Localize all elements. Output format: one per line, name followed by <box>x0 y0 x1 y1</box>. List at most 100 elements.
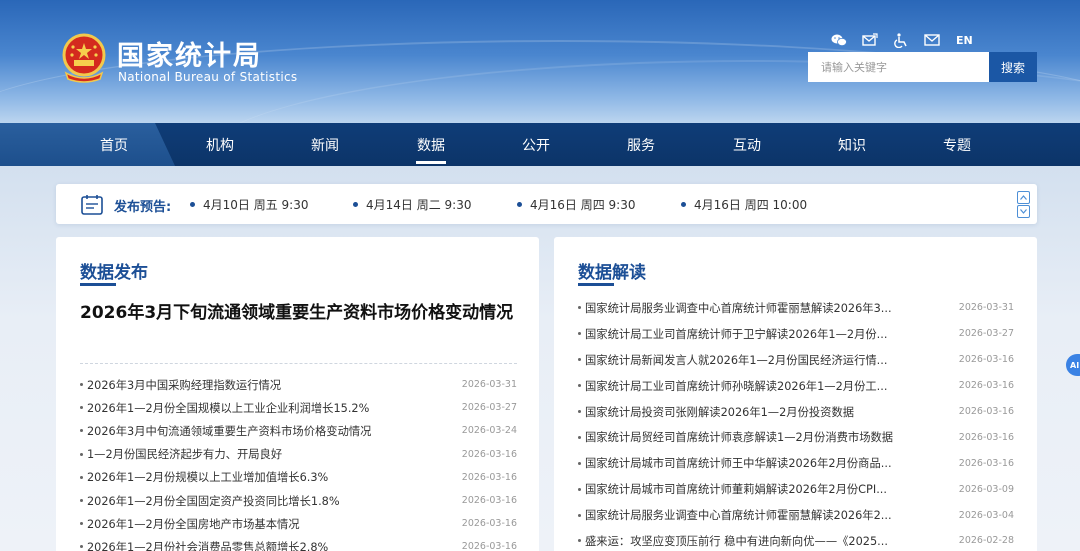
list-item-date: 2026-03-16 <box>958 380 1014 392</box>
site-subtitle[interactable]: National Bureau of Statistics <box>118 70 297 84</box>
list-item-title: 国家统计局工业司首席统计师于卫宁解读2026年1—2月份... <box>585 327 888 341</box>
chevron-down-icon[interactable] <box>1017 205 1030 218</box>
mail-edit-icon[interactable] <box>861 32 879 48</box>
bullet-dot <box>80 383 83 387</box>
list-item-title: 盛来运：攻坚应变顶压前行 稳中有进向新向优——《2025... <box>585 534 888 548</box>
search-input[interactable]: 请输入关键字 <box>808 52 989 82</box>
release-item-text: 4月10日 周五 9:30 <box>203 198 309 212</box>
envelope-icon[interactable] <box>923 32 941 48</box>
calendar-list-icon <box>81 195 103 215</box>
bullet-dot <box>578 435 581 439</box>
release-item-text: 4月16日 周四 10:00 <box>694 198 808 212</box>
list-item[interactable]: 国家统计局贸经司首席统计师袁彦解读1—2月份消费市场数据 2026-03-16 <box>578 424 1014 450</box>
release-list: 2026年3月中国采购经理指数运行情况 2026-03-31 2026年1—2月份… <box>80 373 517 551</box>
list-item[interactable]: 国家统计局新闻发言人就2026年1—2月份国民经济运行情... 2026-03-1… <box>578 347 1014 373</box>
bullet-dot <box>80 545 83 549</box>
list-item-date: 2026-03-16 <box>461 471 517 483</box>
list-item-date: 2026-03-16 <box>461 541 517 551</box>
list-item[interactable]: 国家统计局工业司首席统计师于卫宁解读2026年1—2月份... 2026-03-2… <box>578 321 1014 347</box>
list-item-date: 2026-03-16 <box>958 457 1014 469</box>
release-preview-bar: 发布预告: 4月10日 周五 9:30 4月14日 周二 9:30 4月16日 … <box>56 184 1037 224</box>
list-item[interactable]: 国家统计局服务业调查中心首席统计师霍丽慧解读2026年3... 2026-03-3… <box>578 295 1014 321</box>
nav-item-service[interactable]: 服务 <box>601 123 681 166</box>
bullet-dot <box>517 202 522 207</box>
list-item[interactable]: 国家统计局投资司张刚解读2026年1—2月份投资数据 2026-03-16 <box>578 399 1014 425</box>
national-emblem-icon[interactable] <box>60 33 108 83</box>
list-item-date: 2026-03-04 <box>958 509 1014 521</box>
list-item-date: 2026-03-27 <box>461 402 517 414</box>
title-underline <box>80 283 116 286</box>
release-item[interactable]: 4月16日 周四 10:00 <box>681 196 807 213</box>
list-item[interactable]: 2026年3月中旬流通领域重要生产资料市场价格变动情况 2026-03-24 <box>80 419 517 442</box>
header-banner: 国家统计局 National Bureau of Statistics EN 请… <box>0 0 1080 123</box>
list-item-date: 2026-03-31 <box>461 379 517 391</box>
search-button[interactable]: 搜索 <box>989 52 1037 82</box>
data-release-panel: 数据发布 2026年3月下旬流通领域重要生产资料市场价格变动情况 2026年3月… <box>56 237 539 551</box>
interpretation-list: 国家统计局服务业调查中心首席统计师霍丽慧解读2026年3... 2026-03-3… <box>578 295 1014 551</box>
list-item-title: 国家统计局服务业调查中心首席统计师霍丽慧解读2026年3... <box>585 301 892 315</box>
bullet-dot <box>353 202 358 207</box>
list-item-title: 2026年1—2月份全国规模以上工业企业利润增长15.2% <box>87 401 370 415</box>
release-item-text: 4月16日 周四 9:30 <box>530 198 636 212</box>
nav-item-public[interactable]: 公开 <box>496 123 576 166</box>
list-item-title: 2026年1—2月份全国房地产市场基本情况 <box>87 517 300 531</box>
main-nav: 首页 机构 新闻 数据 公开 服务 互动 知识 专题 <box>0 123 1080 166</box>
bullet-dot <box>80 499 83 503</box>
list-item[interactable]: 2026年1—2月份全国房地产市场基本情况 2026-03-16 <box>80 512 517 535</box>
nav-item-data[interactable]: 数据 <box>391 123 471 166</box>
data-interpretation-panel: 数据解读 国家统计局服务业调查中心首席统计师霍丽慧解读2026年3... 2026… <box>554 237 1037 551</box>
release-item[interactable]: 4月10日 周五 9:30 <box>190 196 308 213</box>
panel-title[interactable]: 数据解读 <box>578 258 646 283</box>
list-item[interactable]: 国家统计局服务业调查中心首席统计师霍丽慧解读2026年2... 2026-03-0… <box>578 502 1014 528</box>
language-switch[interactable]: EN <box>956 34 973 47</box>
bullet-dot <box>578 384 581 388</box>
wechat-icon[interactable] <box>830 32 848 48</box>
bullet-dot <box>578 539 581 543</box>
bullet-dot <box>578 306 581 310</box>
bullet-dot <box>578 410 581 413</box>
list-item-title: 国家统计局贸经司首席统计师袁彦解读1—2月份消费市场数据 <box>585 431 894 445</box>
header-tools: EN <box>830 30 973 50</box>
title-underline <box>578 283 614 286</box>
list-item-title: 国家统计局城市司首席统计师董莉娟解读2026年2月份CPI... <box>585 483 887 497</box>
list-item[interactable]: 2026年1—2月份全国固定资产投资同比增长1.8% 2026-03-16 <box>80 489 517 512</box>
list-item-date: 2026-03-16 <box>461 518 517 530</box>
list-item[interactable]: 2026年3月中国采购经理指数运行情况 2026-03-31 <box>80 373 517 396</box>
list-item[interactable]: 国家统计局城市司首席统计师董莉娟解读2026年2月份CPI... 2026-03-… <box>578 476 1014 502</box>
headline-link[interactable]: 2026年3月下旬流通领域重要生产资料市场价格变动情况 <box>80 301 520 325</box>
list-item-date: 2026-03-31 <box>958 302 1014 314</box>
list-item[interactable]: 1—2月份国民经济起步有力、开局良好 2026-03-16 <box>80 443 517 466</box>
list-item[interactable]: 2026年1—2月份社会消费品零售总额增长2.8% 2026-03-16 <box>80 535 517 551</box>
list-item-date: 2026-03-16 <box>461 495 517 507</box>
bullet-dot <box>681 202 686 207</box>
accessibility-icon[interactable] <box>892 32 910 48</box>
list-item[interactable]: 国家统计局城市司首席统计师王中华解读2026年2月份商品... 2026-03-1… <box>578 450 1014 476</box>
list-item-title: 国家统计局城市司首席统计师王中华解读2026年2月份商品... <box>585 457 892 471</box>
list-item-title: 国家统计局工业司首席统计师孙晓解读2026年1—2月份工... <box>585 379 888 393</box>
list-item[interactable]: 2026年1—2月份规模以上工业增加值增长6.3% 2026-03-16 <box>80 466 517 489</box>
list-item-title: 2026年1—2月份社会消费品零售总额增长2.8% <box>87 540 329 551</box>
release-item[interactable]: 4月14日 周二 9:30 <box>353 196 471 213</box>
bullet-dot <box>578 487 581 491</box>
list-item[interactable]: 盛来运：攻坚应变顶压前行 稳中有进向新向优——《2025... 2026-02-2… <box>578 528 1014 551</box>
list-item-title: 1—2月份国民经济起步有力、开局良好 <box>87 448 283 462</box>
nav-item-interaction[interactable]: 互动 <box>707 123 787 166</box>
nav-item-organization[interactable]: 机构 <box>180 123 260 166</box>
bullet-dot <box>578 513 581 517</box>
nav-item-news[interactable]: 新闻 <box>285 123 365 166</box>
bullet-dot <box>80 452 83 456</box>
panel-title[interactable]: 数据发布 <box>80 258 148 283</box>
site-title[interactable]: 国家统计局 <box>117 34 262 73</box>
bullet-dot <box>80 406 83 410</box>
release-label: 发布预告: <box>114 200 172 215</box>
list-item[interactable]: 2026年1—2月份全国规模以上工业企业利润增长15.2% 2026-03-27 <box>80 396 517 419</box>
release-item[interactable]: 4月16日 周四 9:30 <box>517 196 635 213</box>
list-item-date: 2026-03-16 <box>461 448 517 460</box>
nav-item-home[interactable]: 首页 <box>74 123 154 166</box>
release-scroll-controls <box>1017 191 1031 219</box>
list-item[interactable]: 国家统计局工业司首席统计师孙晓解读2026年1—2月份工... 2026-03-1… <box>578 373 1014 399</box>
chevron-up-icon[interactable] <box>1017 191 1030 204</box>
nav-item-topics[interactable]: 专题 <box>917 123 997 166</box>
list-item-title: 国家统计局服务业调查中心首席统计师霍丽慧解读2026年2... <box>585 509 892 523</box>
nav-item-knowledge[interactable]: 知识 <box>812 123 892 166</box>
